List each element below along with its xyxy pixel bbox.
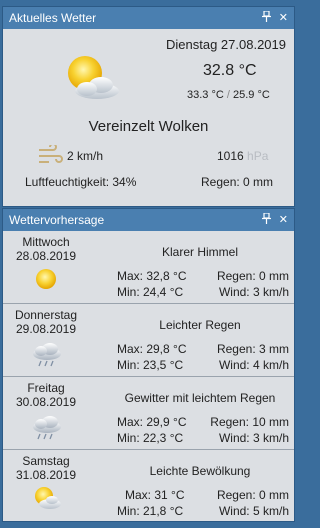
panel-title: Aktuelles Wetter bbox=[9, 11, 97, 25]
forecast-titlebar: Wettervorhersage ✕ bbox=[3, 209, 294, 231]
forecast-day-name: Samstag bbox=[22, 454, 70, 468]
panel-title: Wettervorhersage bbox=[9, 213, 105, 227]
sun-icon bbox=[36, 269, 56, 289]
forecast-condition: Leichte Bewölkung bbox=[149, 464, 251, 478]
forecast-min: Min: 22,3 °C bbox=[117, 431, 184, 445]
forecast-rain: Regen: 0 mm bbox=[216, 269, 289, 283]
sun-cloud-icon bbox=[35, 487, 61, 509]
temp-low: 25.9 °C bbox=[233, 89, 270, 101]
current-weather-panel: Aktuelles Wetter ✕ Dienstag 27.08.2019 3… bbox=[2, 6, 295, 207]
forecast-min: Min: 24,4 °C bbox=[117, 285, 184, 299]
forecast-max: Max: 29,8 °C bbox=[117, 342, 187, 356]
forecast-date: 28.08.2019 bbox=[15, 249, 77, 263]
forecast-max: Max: 32,8 °C bbox=[117, 269, 187, 283]
pressure-unit: hPa bbox=[247, 149, 269, 163]
forecast-max: Max: 29,9 °C bbox=[117, 415, 187, 429]
forecast-min: Min: 23,5 °C bbox=[117, 358, 184, 372]
temp-high: 33.3 °C bbox=[187, 89, 224, 101]
forecast-day-name: Freitag bbox=[27, 381, 65, 395]
forecast-panel: Wettervorhersage ✕ Mittwoch 28.08.2019 K… bbox=[2, 208, 295, 522]
current-weather-titlebar: Aktuelles Wetter ✕ bbox=[3, 7, 294, 29]
sun-cloud-icon bbox=[68, 56, 119, 99]
thunderstorm-icon bbox=[33, 416, 61, 440]
forecast-wind: Wind: 5 km/h bbox=[218, 504, 289, 518]
current-rain: Regen: 0 mm bbox=[201, 175, 274, 189]
forecast-rain: Regen: 0 mm bbox=[216, 488, 289, 502]
forecast-day-row: Samstag 31.08.2019 Leichte Bewölkung Max… bbox=[3, 450, 294, 522]
current-temperature: 32.8 °C bbox=[203, 62, 257, 79]
rain-cloud-icon bbox=[33, 343, 61, 367]
forecast-condition: Klarer Himmel bbox=[161, 245, 238, 259]
temp-separator: / bbox=[226, 89, 230, 101]
wind-icon bbox=[39, 145, 63, 163]
forecast-wind: Wind: 3 km/h bbox=[218, 431, 289, 445]
forecast-condition: Gewitter mit leichtem Regen bbox=[124, 391, 276, 405]
pressure-value: 1016 bbox=[217, 149, 244, 163]
current-pressure: 1016 hPa bbox=[217, 149, 268, 163]
forecast-rain: Regen: 10 mm bbox=[210, 415, 289, 429]
forecast-day-row: Mittwoch 28.08.2019 Klarer Himmel Max: 3… bbox=[3, 231, 294, 304]
forecast-date: 29.08.2019 bbox=[15, 322, 77, 336]
forecast-date: 30.08.2019 bbox=[15, 395, 77, 409]
forecast-condition: Leichter Regen bbox=[159, 318, 241, 332]
close-icon[interactable]: ✕ bbox=[279, 12, 288, 24]
forecast-max: Max: 31 °C bbox=[125, 488, 185, 502]
forecast-day-name: Donnerstag bbox=[14, 308, 78, 322]
forecast-rain: Regen: 3 mm bbox=[216, 342, 289, 356]
close-icon[interactable]: ✕ bbox=[279, 214, 288, 226]
forecast-day-row: Freitag 30.08.2019 Gewitter mit leichtem… bbox=[3, 377, 294, 450]
current-humidity: Luftfeuchtigkeit: 34% bbox=[25, 175, 137, 189]
current-date: Dienstag 27.08.2019 bbox=[166, 37, 286, 52]
pin-icon[interactable] bbox=[261, 212, 271, 227]
temp-range: 33.3 °C / 25.9 °C bbox=[187, 89, 270, 101]
forecast-day-name: Mittwoch bbox=[22, 235, 70, 249]
current-condition: Vereinzelt Wolken bbox=[88, 118, 209, 135]
forecast-wind: Wind: 4 km/h bbox=[218, 358, 289, 372]
forecast-day-row: Donnerstag 29.08.2019 Leichter Regen Max… bbox=[3, 304, 294, 377]
forecast-date: 31.08.2019 bbox=[15, 468, 77, 482]
forecast-wind: Wind: 3 km/h bbox=[218, 285, 289, 299]
forecast-min: Min: 21,8 °C bbox=[117, 504, 184, 518]
current-wind: 2 km/h bbox=[67, 149, 104, 163]
pin-icon[interactable] bbox=[261, 10, 271, 25]
